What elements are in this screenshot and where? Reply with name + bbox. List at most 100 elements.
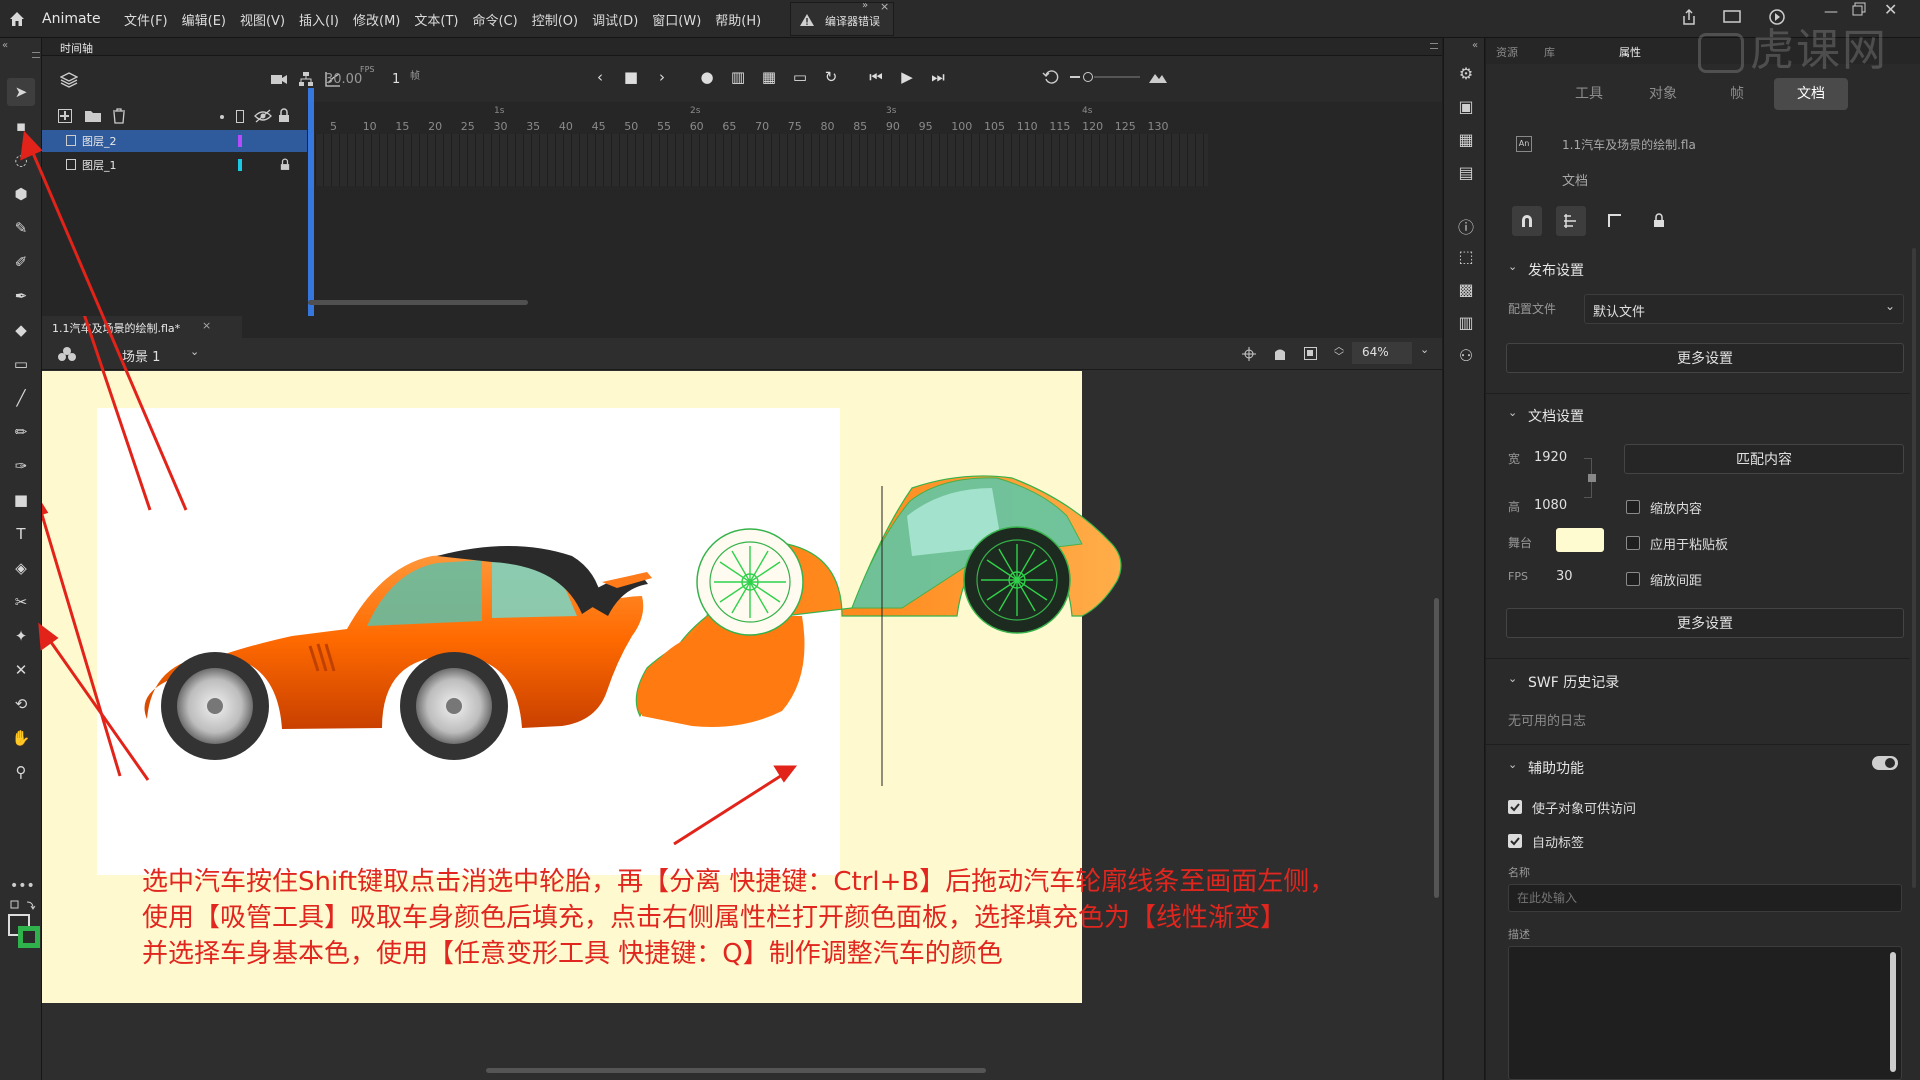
make-accessible-checkbox[interactable] [1508, 800, 1522, 814]
name-input[interactable] [1508, 884, 1902, 912]
loop-playback-icon[interactable]: ↻ [821, 68, 841, 90]
home-icon[interactable] [8, 10, 26, 32]
profile-select[interactable]: 默认文件 ⌄ [1584, 294, 1904, 324]
motion-editor-icon[interactable]: ⚙ [1454, 64, 1478, 88]
align-panel-icon[interactable]: ▥ [1454, 313, 1478, 337]
highlight-toggle-icon[interactable] [220, 115, 224, 119]
properties-subtab[interactable]: 工具 [1552, 78, 1626, 110]
fit-frames-icon[interactable] [1148, 69, 1168, 89]
onion-skin-icon[interactable]: ● [697, 68, 717, 90]
timeline-tab[interactable]: 时间轴 [60, 40, 93, 56]
collapse-strip-icon[interactable]: « [1472, 40, 1478, 51]
stage-horizontal-scrollbar[interactable] [486, 1068, 986, 1073]
height-field[interactable]: 1080 [1534, 498, 1567, 513]
code-snippets-icon[interactable]: ⚇ [1454, 346, 1478, 370]
outline-toggle-icon[interactable] [236, 110, 244, 123]
panel-tab[interactable]: 资源 [1496, 44, 1518, 60]
menu-item[interactable]: 插入(I) [299, 10, 339, 29]
playhead[interactable] [308, 88, 314, 334]
width-field[interactable]: 1920 [1534, 450, 1567, 465]
stage-vertical-scrollbar[interactable] [1434, 598, 1439, 898]
apply-paste-checkbox[interactable] [1626, 536, 1640, 550]
scale-content-checkbox[interactable] [1626, 500, 1640, 514]
scale-spacing-checkbox[interactable] [1626, 572, 1640, 586]
converted-car[interactable] [635, 475, 1122, 786]
accessibility-collapse-icon[interactable]: ⌄ [1508, 758, 1517, 771]
panel-menu-icon[interactable] [32, 52, 40, 58]
more-tools-icon[interactable]: ••• [10, 878, 35, 894]
close-panel-icon[interactable]: × [880, 0, 889, 13]
frame-zoom-slider[interactable] [1083, 72, 1093, 82]
menu-item[interactable]: 编辑(E) [182, 10, 226, 29]
layers-icon[interactable] [59, 72, 79, 92]
description-textarea[interactable] [1508, 946, 1902, 1080]
insert-keyframe-icon[interactable]: ▭ [790, 68, 810, 90]
expand-icon[interactable]: » [862, 0, 868, 11]
menu-item[interactable]: 控制(O) [532, 10, 578, 29]
magnet-icon[interactable] [1512, 206, 1542, 236]
auto-label-checkbox[interactable] [1508, 834, 1522, 848]
fill-color-swatch[interactable] [18, 926, 40, 948]
visibility-toggle-icon[interactable] [254, 109, 272, 127]
timeline-scrollbar[interactable] [308, 300, 528, 305]
stage-color-swatch[interactable] [1556, 528, 1604, 552]
compiler-errors-tab[interactable]: 编译器错误 [790, 2, 894, 36]
description-scrollbar[interactable] [1890, 952, 1896, 1072]
document-more-settings-button[interactable]: 更多设置 [1506, 608, 1904, 638]
lock-icon[interactable] [1644, 206, 1674, 236]
layer-lock-icon[interactable] [280, 158, 290, 171]
step-forward-icon[interactable]: ⏭ [928, 68, 948, 90]
properties-subtab[interactable]: 文档 [1774, 78, 1848, 110]
docsettings-collapse-icon[interactable]: ⌄ [1508, 406, 1517, 419]
swatches-icon[interactable]: ▦ [1454, 130, 1478, 154]
accessibility-toggle[interactable] [1872, 756, 1898, 770]
publish-more-settings-button[interactable]: 更多设置 [1506, 343, 1904, 373]
fps-field[interactable]: 30 [1556, 569, 1573, 584]
menu-item[interactable]: 修改(M) [353, 10, 400, 29]
play-icon[interactable]: ▶ [897, 68, 917, 90]
library-panel-icon[interactable]: ▣ [1454, 97, 1478, 121]
publish-collapse-icon[interactable]: ⌄ [1508, 260, 1517, 273]
swf-collapse-icon[interactable]: ⌄ [1508, 672, 1517, 685]
match-content-button[interactable]: 匹配内容 [1624, 444, 1904, 474]
align-icon[interactable] [1556, 206, 1586, 236]
collapse-tools-icon[interactable]: « [2, 40, 8, 51]
corner-icon[interactable] [1600, 206, 1630, 236]
stop-icon[interactable]: ■ [621, 68, 641, 90]
frame-zoom-track[interactable] [1094, 76, 1140, 78]
properties-subtab[interactable]: 帧 [1700, 78, 1774, 110]
menu-item[interactable]: 帮助(H) [715, 10, 761, 29]
next-keyframe-icon[interactable]: › [652, 68, 672, 90]
step-back-icon[interactable]: ⏮ [866, 68, 886, 90]
timeline-menu-icon[interactable] [1430, 43, 1438, 49]
properties-subtab[interactable]: 对象 [1626, 78, 1700, 110]
zoom-out-frames[interactable] [1070, 76, 1080, 78]
properties-scrollbar[interactable] [1912, 248, 1916, 888]
menu-item[interactable]: 调试(D) [592, 10, 638, 29]
menu-item[interactable]: 文件(F) [124, 10, 168, 29]
reference-car[interactable] [144, 546, 653, 760]
selection-tool-icon[interactable]: ➤ [7, 78, 35, 106]
menu-item[interactable]: 窗口(W) [652, 10, 701, 29]
layer-color[interactable] [238, 159, 242, 171]
transform-icon[interactable]: ⬚ [1454, 247, 1478, 271]
menu-item[interactable]: 视图(V) [240, 10, 285, 29]
components-icon[interactable]: ▤ [1454, 163, 1478, 187]
share-icon[interactable] [1680, 8, 1698, 30]
onion-outline-icon[interactable]: ▥ [728, 68, 748, 90]
menu-item[interactable]: 命令(C) [472, 10, 517, 29]
info-icon[interactable]: ⓘ [1454, 214, 1478, 238]
lock-toggle-icon[interactable] [278, 108, 290, 127]
layer-color[interactable] [238, 135, 242, 147]
frames-grid[interactable] [308, 134, 1208, 186]
edit-multiple-icon[interactable]: ▦ [759, 68, 779, 90]
loop-icon[interactable] [1042, 68, 1060, 90]
panel-tab[interactable]: 库 [1544, 44, 1555, 60]
camera-icon[interactable] [270, 72, 288, 90]
current-frame[interactable]: 1 [392, 72, 400, 87]
prev-keyframe-icon[interactable]: ‹ [590, 68, 610, 90]
link-dimensions-icon[interactable] [1588, 474, 1596, 482]
panel-tab[interactable]: 属性 [1619, 44, 1641, 60]
menu-item[interactable]: 文本(T) [414, 10, 458, 29]
assets-icon[interactable]: ▩ [1454, 280, 1478, 304]
